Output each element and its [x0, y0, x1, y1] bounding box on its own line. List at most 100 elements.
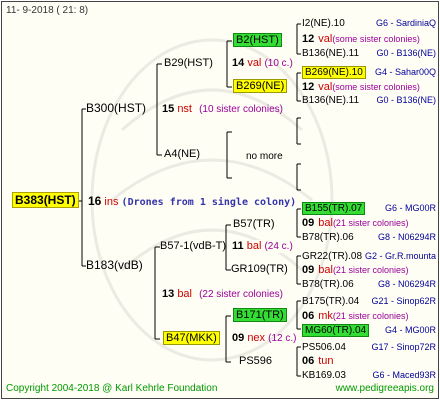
- root-node[interactable]: B383(HST): [12, 192, 79, 208]
- right-row-name[interactable]: PS506.04: [302, 342, 346, 353]
- sire-info: 15 nst (10 sister colonies): [162, 103, 283, 116]
- right-row-info: G0 - B136(NE): [376, 95, 436, 105]
- right-row: 12 val(some sister colonies): [302, 33, 436, 46]
- ddd-node[interactable]: PS596: [239, 355, 272, 368]
- sire-node[interactable]: B300(HST): [86, 102, 146, 115]
- right-row-info: G0 - B136(NE): [376, 48, 436, 58]
- root-note: (Drones from 1 single colony): [121, 197, 297, 208]
- right-row-info: G17 - Sinop72R: [371, 342, 436, 352]
- right-row-gen: 06: [302, 355, 315, 367]
- ds-gen-text: bal: [246, 240, 262, 252]
- ss-node[interactable]: B29(HST): [164, 57, 213, 70]
- right-row: GR22(TR).08 G2 - Gr.R.mounta: [302, 250, 436, 263]
- dd-gen: 09: [232, 332, 245, 344]
- right-row-name[interactable]: B155(TR).07: [302, 202, 366, 215]
- right-row-info: G2 - Gr.R.mounta: [364, 251, 436, 261]
- right-row-gen: 09: [302, 264, 315, 276]
- right-row: B78(TR).06 G8 - N06294R: [302, 278, 436, 291]
- right-row-name[interactable]: B78(TR).06: [302, 279, 354, 290]
- right-row-note: (some sister colonies): [332, 34, 420, 44]
- right-row: B269(NE).10 G4 - Sahar00Q: [302, 66, 436, 79]
- right-row-gen-text: bal: [318, 264, 333, 276]
- pedigree-frame: 11- 9-2018 ( 21: 8) B383(HST) 16 ins (Dr…: [1, 1, 439, 399]
- root-name[interactable]: B383(HST): [12, 192, 79, 208]
- right-row-info: G4 - MG00R: [384, 325, 436, 335]
- sire-gen: 15: [162, 103, 175, 115]
- right-row: B175(TR).04 G21 - Sinop62R: [302, 295, 436, 308]
- right-row-name[interactable]: B136(NE).11: [302, 95, 359, 106]
- ss-info: 14 val (10 c.): [232, 57, 293, 70]
- right-row-gen-text: tun: [318, 355, 334, 367]
- ss-note: (10 c.): [264, 58, 293, 69]
- ds-gen: 11: [232, 240, 244, 252]
- dam-note: (22 sister colonies): [199, 289, 283, 300]
- ss-gen: 14: [232, 57, 245, 69]
- footer-copyright: Copyright 2004-2018 @ Karl Kehrle Founda…: [6, 383, 218, 394]
- right-row-gen-text: bal: [318, 217, 333, 229]
- right-row: B155(TR).07 G6 - MG00R: [302, 202, 436, 215]
- right-row-name[interactable]: KB169.03: [302, 370, 346, 381]
- dd-node[interactable]: B47(MKK): [163, 331, 220, 345]
- right-row-info: G4 - Sahar00Q: [374, 67, 436, 77]
- right-row-gen: 12: [302, 33, 315, 45]
- right-row: B136(NE).11 G0 - B136(NE): [302, 47, 436, 60]
- right-row-info: G6 - SardiniaQ: [375, 18, 436, 28]
- dd-name[interactable]: B47(MKK): [163, 331, 220, 345]
- right-row-info: G21 - Sinop62R: [371, 296, 436, 306]
- footer-website[interactable]: www.pedigreeapis.org: [336, 383, 434, 394]
- right-row-info: G8 - N06294R: [377, 232, 436, 242]
- right-row-note: (21 sister colonies): [332, 265, 409, 275]
- right-row-info: G6 - Maced93R: [372, 370, 436, 380]
- right-row: B136(NE).11 G0 - B136(NE): [302, 94, 436, 107]
- dds-name[interactable]: B171(TR): [233, 308, 287, 322]
- right-row: PS506.04 G17 - Sinop72R: [302, 341, 436, 354]
- right-row-name[interactable]: B269(NE).10: [302, 66, 366, 79]
- right-row-name[interactable]: GR22(TR).08: [302, 251, 362, 262]
- dam-gen: 13: [162, 288, 175, 300]
- ssd-node[interactable]: B269(NE): [233, 79, 288, 93]
- right-row: 06 tun: [302, 355, 436, 368]
- right-row-name[interactable]: B175(TR).04: [302, 296, 359, 307]
- right-row: 06 mk(21 sister colonies): [302, 310, 436, 323]
- ssd-name[interactable]: B269(NE): [233, 79, 288, 93]
- right-row: 09 bal(21 sister colonies): [302, 264, 436, 277]
- right-row-gen-text: mk: [318, 310, 333, 322]
- right-row-gen: 12: [302, 81, 315, 93]
- sss-node[interactable]: B2(HST): [233, 33, 282, 47]
- ds-info: 11 bal (24 c.): [232, 240, 293, 253]
- right-row: KB169.03 G6 - Maced93R: [302, 369, 436, 382]
- sire-note: (10 sister colonies): [199, 104, 283, 115]
- dam-info: 13 bal (22 sister colonies): [162, 288, 283, 301]
- sss-name[interactable]: B2(HST): [233, 33, 282, 47]
- right-row-name[interactable]: MG60(TR).04: [302, 324, 370, 337]
- sd-no-more: no more: [246, 151, 283, 162]
- ds-note: (24 c.): [264, 241, 293, 252]
- right-row-gen: 06: [302, 310, 315, 322]
- sd-node[interactable]: A4(NE): [164, 148, 200, 161]
- dd-note: (12 c.): [268, 333, 297, 344]
- right-row: 12 val(some sister colonies): [302, 81, 436, 94]
- dss-node[interactable]: B57(TR): [233, 218, 275, 231]
- right-row-gen: 09: [302, 217, 315, 229]
- right-row-note: (21 sister colonies): [332, 218, 409, 228]
- right-row-info: G8 - N06294R: [377, 279, 436, 289]
- dds-node[interactable]: B171(TR): [233, 308, 287, 322]
- dd-info: 09 nex (12 c.): [232, 332, 296, 345]
- right-row-info: G6 - MG00R: [384, 203, 436, 213]
- root-gen-text: ins: [104, 196, 119, 208]
- ds-node[interactable]: B57-1(vdB-T): [160, 240, 226, 253]
- dam-gen-text: bal: [177, 288, 192, 300]
- dam-node[interactable]: B183(vdB): [86, 259, 143, 272]
- dsd-node[interactable]: GR109(TR): [231, 263, 288, 276]
- right-row: B78(TR).06 G8 - N06294R: [302, 231, 436, 244]
- ss-gen-text: val: [247, 57, 262, 69]
- sire-gen-text: nst: [177, 103, 192, 115]
- right-row: MG60(TR).04 G4 - MG00R: [302, 324, 436, 337]
- right-row-name[interactable]: B78(TR).06: [302, 232, 354, 243]
- right-row-name[interactable]: I2(NE).10: [302, 18, 345, 29]
- root-info: 16 ins (Drones from 1 single colony): [88, 195, 296, 209]
- right-row-name[interactable]: B136(NE).11: [302, 48, 359, 59]
- right-row-gen-text: val: [318, 33, 333, 45]
- root-gen: 16: [88, 194, 102, 208]
- right-row: 09 bal(21 sister colonies): [302, 217, 436, 230]
